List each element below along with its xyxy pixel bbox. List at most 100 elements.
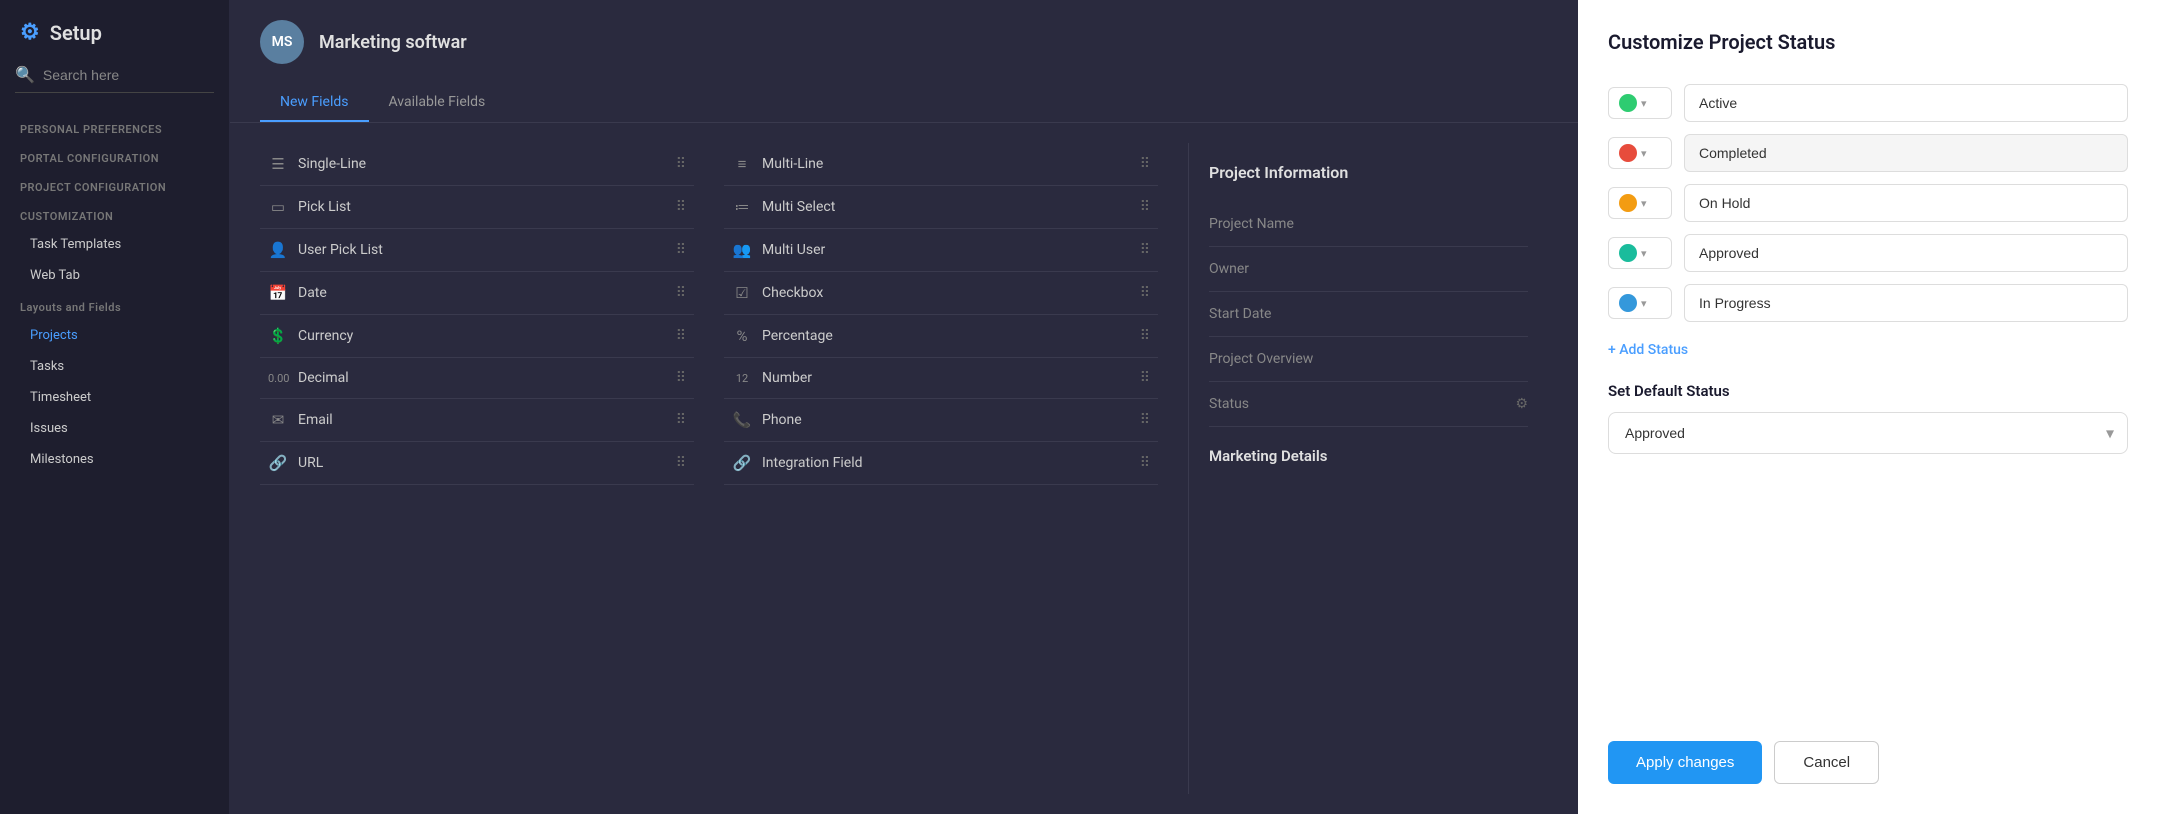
number-icon: 12 (732, 372, 752, 385)
sidebar-search[interactable]: 🔍 (15, 65, 214, 93)
list-item[interactable]: 💲Currency ⠿ (260, 315, 694, 358)
sidebar-item-tasks[interactable]: Tasks (0, 351, 229, 382)
field-label: URL (298, 455, 323, 471)
field-label: Currency (298, 328, 353, 344)
drag-icon: ⠿ (676, 199, 686, 215)
field-label: Date (298, 285, 327, 301)
chevron-down-icon: ▾ (1641, 97, 1647, 110)
status-input-completed[interactable] (1684, 134, 2128, 172)
list-item[interactable]: 👥Multi User ⠿ (724, 229, 1158, 272)
drag-icon: ⠿ (1140, 328, 1150, 344)
field-label: Multi User (762, 242, 825, 258)
multi-line-icon: ≡ (732, 155, 752, 173)
drag-icon: ⠿ (1140, 370, 1150, 386)
tab-available-fields[interactable]: Available Fields (369, 84, 506, 122)
list-item[interactable]: ☰Single-Line ⠿ (260, 143, 694, 186)
drag-icon: ⠿ (1140, 455, 1150, 471)
sidebar-header: ⚙ Setup (0, 20, 229, 65)
list-item[interactable]: % Percentage ⠿ (724, 315, 1158, 358)
sidebar-item-task-templates[interactable]: Task Templates (0, 229, 229, 260)
status-item-approved: ▾ (1608, 234, 2128, 272)
field-label: Number (762, 370, 812, 386)
drag-icon: ⠿ (676, 285, 686, 301)
list-item[interactable]: ≔Multi Select ⠿ (724, 186, 1158, 229)
status-input-on-hold[interactable] (1684, 184, 2128, 222)
field-label: Checkbox (762, 285, 823, 301)
drag-icon: ⠿ (676, 242, 686, 258)
list-item[interactable]: 🔗Integration Field ⠿ (724, 442, 1158, 485)
sidebar-item-projects[interactable]: Projects (0, 320, 229, 351)
drag-icon: ⠿ (1140, 285, 1150, 301)
cancel-button[interactable]: Cancel (1774, 741, 1879, 784)
section-customization: CUSTOMIZATION (0, 200, 229, 229)
project-field-status[interactable]: Status ⚙ (1209, 382, 1528, 427)
drag-icon: ⠿ (676, 455, 686, 471)
list-item[interactable]: ✉Email ⠿ (260, 399, 694, 442)
project-info-title: Project Information (1209, 163, 1528, 182)
default-status-select[interactable]: Active Completed On Hold Approved In Pro… (1608, 412, 2128, 454)
field-label: Multi Select (762, 199, 835, 215)
list-item[interactable]: 📅 Date ⠿ (260, 272, 694, 315)
currency-icon: 💲 (268, 327, 288, 345)
search-input[interactable] (43, 67, 214, 83)
user-pick-list-icon: 👤 (268, 241, 288, 259)
color-dot-active (1619, 94, 1637, 112)
add-status-button[interactable]: + Add Status (1608, 342, 2128, 358)
list-item[interactable]: ☑Checkbox ⠿ (724, 272, 1158, 315)
tab-new-fields[interactable]: New Fields (260, 84, 369, 122)
default-status-select-wrapper: Active Completed On Hold Approved In Pro… (1608, 412, 2128, 454)
list-item[interactable]: ≡ Multi-Line ⠿ (724, 143, 1158, 186)
project-name: Marketing softwar (319, 32, 467, 53)
status-item-in-progress: ▾ (1608, 284, 2128, 322)
top-bar: MS Marketing softwar (230, 0, 1578, 84)
color-picker-on-hold[interactable]: ▾ (1608, 187, 1672, 219)
list-item[interactable]: 👤User Pick List ⠿ (260, 229, 694, 272)
drag-icon: ⠿ (676, 370, 686, 386)
sidebar-item-web-tab[interactable]: Web Tab (0, 260, 229, 291)
phone-icon: 📞 (732, 411, 752, 429)
default-status-label: Set Default Status (1608, 382, 2128, 400)
section-portal: PORTAL CONFIGURATION (0, 142, 229, 171)
status-item-completed: ▾ (1608, 134, 2128, 172)
percentage-icon: % (732, 327, 752, 345)
pick-list-icon: ▭ (268, 198, 288, 216)
drag-icon: ⠿ (1140, 156, 1150, 172)
color-picker-approved[interactable]: ▾ (1608, 237, 1672, 269)
right-panel: Customize Project Status ▾ ▾ ▾ (1578, 0, 2158, 814)
sidebar-item-timesheet[interactable]: Timesheet (0, 382, 229, 413)
status-input-active[interactable] (1684, 84, 2128, 122)
section-personal: PERSONAL PREFERENCES (0, 113, 229, 142)
list-item[interactable]: 📞 Phone ⠿ (724, 399, 1158, 442)
sidebar-item-milestones[interactable]: Milestones (0, 444, 229, 475)
project-field-owner: Owner (1209, 247, 1528, 292)
list-item[interactable]: 0.00Decimal ⠿ (260, 358, 694, 399)
field-label: Integration Field (762, 455, 863, 471)
multi-user-icon: 👥 (732, 241, 752, 259)
status-item-on-hold: ▾ (1608, 184, 2128, 222)
apply-changes-button[interactable]: Apply changes (1608, 741, 1762, 784)
status-gear-icon[interactable]: ⚙ (1515, 396, 1528, 412)
marketing-details-title: Marketing Details (1209, 427, 1528, 465)
field-label: Phone (762, 412, 802, 428)
color-picker-in-progress[interactable]: ▾ (1608, 287, 1672, 319)
field-label: Percentage (762, 328, 833, 344)
project-field-name: Project Name (1209, 202, 1528, 247)
status-input-in-progress[interactable] (1684, 284, 2128, 322)
list-item[interactable]: 12 Number ⠿ (724, 358, 1158, 399)
url-icon: 🔗 (268, 454, 288, 472)
color-picker-completed[interactable]: ▾ (1608, 137, 1672, 169)
sidebar-item-issues[interactable]: Issues (0, 413, 229, 444)
chevron-down-icon: ▾ (1641, 247, 1647, 260)
list-item[interactable]: 🔗 URL ⠿ (260, 442, 694, 485)
color-picker-active[interactable]: ▾ (1608, 87, 1672, 119)
project-field-overview: Project Overview (1209, 337, 1528, 382)
project-info-panel: Project Information Project Name Owner S… (1188, 143, 1548, 794)
field-label: Multi-Line (762, 156, 823, 172)
status-input-approved[interactable] (1684, 234, 2128, 272)
drag-icon: ⠿ (676, 412, 686, 428)
project-field-start-date: Start Date (1209, 292, 1528, 337)
drag-icon: ⠿ (1140, 412, 1150, 428)
list-item[interactable]: ▭Pick List ⠿ (260, 186, 694, 229)
date-icon: 📅 (268, 284, 288, 302)
field-label: Single-Line (298, 156, 366, 172)
